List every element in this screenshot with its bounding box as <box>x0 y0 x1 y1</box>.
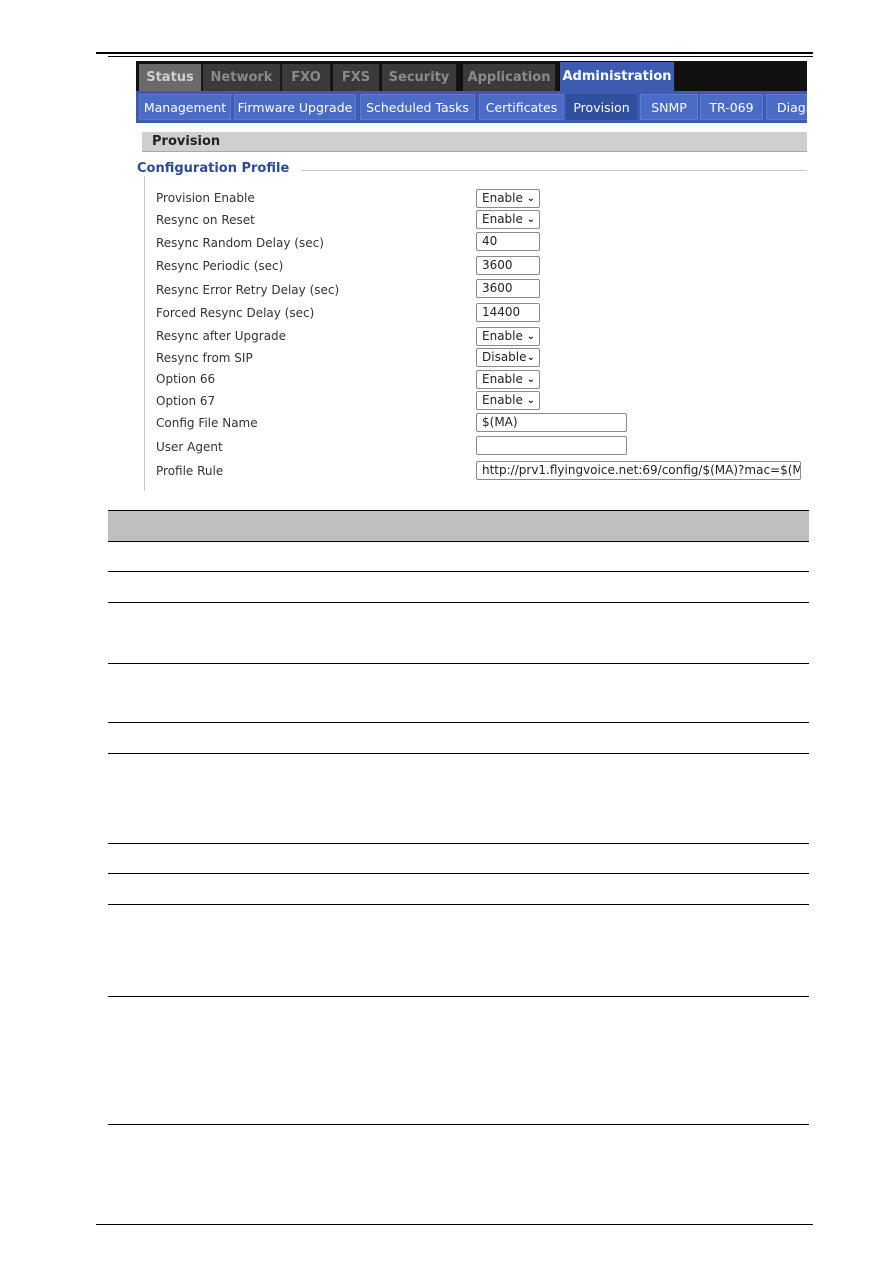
forced-resync-delay-input[interactable]: 14400 <box>476 303 540 322</box>
table-row-divider <box>108 722 809 723</box>
label-forced-resync-delay: Forced Resync Delay (sec) <box>156 306 315 320</box>
select-value: Enable <box>482 393 523 407</box>
section-title: Provision <box>142 132 807 152</box>
parameter-table-header <box>108 510 809 542</box>
web-ui-screenshot: Status Network FXO FXS Security Applicat… <box>136 61 807 491</box>
table-row-divider <box>108 602 809 603</box>
tab-fxo[interactable]: FXO <box>282 64 331 91</box>
select-value: Enable <box>482 212 523 226</box>
provision-enable-select[interactable]: Enable ⌄ <box>476 189 540 208</box>
subtab-scheduled-tasks[interactable]: Scheduled Tasks <box>360 94 475 120</box>
select-value: Enable <box>482 191 523 205</box>
config-profile-legend: Configuration Profile <box>137 161 302 176</box>
option-67-select[interactable]: Enable ⌄ <box>476 391 540 410</box>
resync-error-retry-delay-input[interactable]: 3600 <box>476 279 540 298</box>
label-resync-from-sip: Resync from SIP <box>156 351 253 365</box>
chevron-down-icon: ⌄ <box>526 331 535 342</box>
subtab-firmware-upgrade[interactable]: Firmware Upgrade <box>234 94 356 120</box>
label-option-67: Option 67 <box>156 394 216 408</box>
select-value: Enable <box>482 372 523 386</box>
resync-after-upgrade-select[interactable]: Enable ⌄ <box>476 327 540 346</box>
sub-nav: Management Firmware Upgrade Scheduled Ta… <box>136 91 807 123</box>
chevron-down-icon: ⌄ <box>526 214 535 225</box>
page-header-rule <box>96 52 813 54</box>
chevron-down-icon: ⌄ <box>526 395 535 406</box>
subtab-management[interactable]: Management <box>139 94 231 120</box>
label-option-66: Option 66 <box>156 372 216 386</box>
chevron-down-icon: ⌄ <box>526 193 535 204</box>
subtab-snmp[interactable]: SNMP <box>640 94 698 120</box>
label-user-agent: User Agent <box>156 440 223 454</box>
label-resync-after-upgrade: Resync after Upgrade <box>156 329 287 343</box>
tab-security[interactable]: Security <box>382 64 457 91</box>
table-row-divider <box>108 873 809 874</box>
subtab-tr069[interactable]: TR-069 <box>700 94 763 120</box>
resync-periodic-input[interactable]: 3600 <box>476 256 540 275</box>
label-resync-error-retry-delay: Resync Error Retry Delay (sec) <box>156 283 340 297</box>
table-row-divider <box>108 996 809 997</box>
tab-administration[interactable]: Administration <box>560 62 675 91</box>
top-nav: Status Network FXO FXS Security Applicat… <box>136 61 807 91</box>
tab-fxs[interactable]: FXS <box>333 64 380 91</box>
table-row-divider <box>108 571 809 572</box>
user-agent-input[interactable] <box>476 436 627 455</box>
page-header-rule-thin <box>108 56 813 57</box>
table-row-divider <box>108 663 809 664</box>
subtab-certificates[interactable]: Certificates <box>479 94 564 120</box>
option-66-select[interactable]: Enable ⌄ <box>476 370 540 389</box>
label-resync-periodic: Resync Periodic (sec) <box>156 259 284 273</box>
tab-status[interactable]: Status <box>139 64 202 91</box>
table-row-divider <box>108 753 809 754</box>
select-value: Enable <box>482 329 523 343</box>
label-config-file-name: Config File Name <box>156 416 258 430</box>
tab-network[interactable]: Network <box>203 64 281 91</box>
chevron-down-icon: ⌄ <box>526 352 535 363</box>
chevron-down-icon: ⌄ <box>526 374 535 385</box>
table-row-divider <box>108 843 809 844</box>
subtab-diagnosis[interactable]: Diagn <box>766 94 807 120</box>
subtab-provision[interactable]: Provision <box>566 94 637 120</box>
tab-application[interactable]: Application <box>463 64 556 91</box>
table-row-divider <box>108 904 809 905</box>
select-value: Disable <box>482 350 527 364</box>
page-footer-rule <box>96 1224 813 1225</box>
config-file-name-input[interactable]: $(MA) <box>476 413 627 432</box>
resync-from-sip-select[interactable]: Disable ⌄ <box>476 348 540 367</box>
profile-rule-input[interactable]: http://prv1.flyingvoice.net:69/config/$(… <box>476 461 801 480</box>
label-provision-enable: Provision Enable <box>156 191 255 205</box>
label-resync-random-delay: Resync Random Delay (sec) <box>156 236 324 250</box>
resync-on-reset-select[interactable]: Enable ⌄ <box>476 210 540 229</box>
table-row-divider <box>108 1124 809 1125</box>
resync-random-delay-input[interactable]: 40 <box>476 232 540 251</box>
label-resync-on-reset: Resync on Reset <box>156 213 255 227</box>
label-profile-rule: Profile Rule <box>156 464 224 478</box>
